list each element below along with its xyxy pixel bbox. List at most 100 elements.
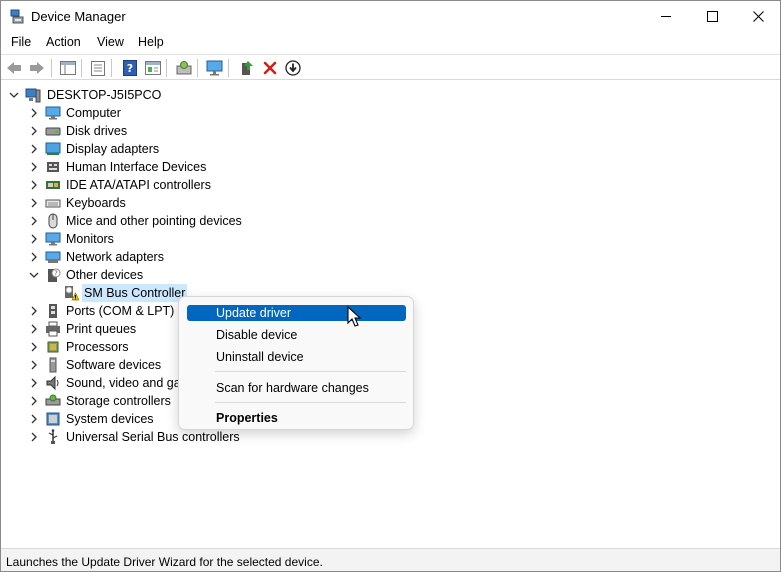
- chevron-right-icon[interactable]: [28, 413, 40, 425]
- minimize-button[interactable]: [643, 1, 689, 32]
- chevron-right-icon[interactable]: [28, 215, 40, 227]
- computer-icon: [45, 106, 61, 120]
- tree-category-node[interactable]: Network adapters: [1, 248, 301, 266]
- svg-text:?: ?: [54, 270, 58, 278]
- tree-category-node[interactable]: Universal Serial Bus controllers: [1, 428, 301, 446]
- window-title: Device Manager: [31, 9, 126, 24]
- tree-category-node[interactable]: Keyboards: [1, 194, 301, 212]
- chevron-right-icon[interactable]: [28, 395, 40, 407]
- context-properties[interactable]: Properties: [187, 410, 406, 426]
- tree-category-label: Processors: [66, 340, 129, 354]
- tree-category-node[interactable]: Computer: [1, 104, 301, 122]
- chevron-right-icon[interactable]: [28, 161, 40, 173]
- keyboard-icon: [45, 199, 61, 208]
- chevron-right-icon[interactable]: [28, 251, 40, 263]
- maximize-button[interactable]: [689, 1, 735, 32]
- chevron-right-icon[interactable]: [28, 305, 40, 317]
- display-adapter-icon: [45, 142, 61, 155]
- chevron-right-icon[interactable]: [28, 197, 40, 209]
- download-circle-icon: [285, 60, 301, 76]
- menu-file[interactable]: File: [11, 35, 31, 49]
- port-icon: [49, 304, 57, 318]
- help-book-icon: ?: [123, 60, 137, 76]
- chevron-right-icon[interactable]: [28, 341, 40, 353]
- tree-category-label: Software devices: [66, 358, 162, 372]
- chevron-right-icon[interactable]: [28, 143, 40, 155]
- properties-sheet-icon: [91, 60, 105, 76]
- context-item-label: Scan for hardware changes: [216, 381, 369, 395]
- chevron-right-icon[interactable]: [28, 179, 40, 191]
- tree-category-label: Monitors: [66, 232, 114, 246]
- tree-category-label: Display adapters: [66, 142, 160, 156]
- tree-category-label: Other devices: [66, 268, 144, 282]
- close-button[interactable]: [735, 1, 781, 32]
- tree-category-label: Disk drives: [66, 124, 128, 138]
- usb-icon: [48, 429, 58, 444]
- chevron-right-icon[interactable]: [28, 431, 40, 443]
- scan-hardware-button[interactable]: [205, 58, 225, 78]
- chevron-down-icon[interactable]: [28, 269, 40, 281]
- menu-help[interactable]: Help: [138, 35, 164, 49]
- toolbar-separator: [51, 59, 52, 77]
- tree-category-label: Print queues: [66, 322, 137, 336]
- tree-category-label: Storage controllers: [66, 394, 171, 408]
- properties-toolbar-button[interactable]: [88, 58, 108, 78]
- chevron-right-icon[interactable]: [28, 377, 40, 389]
- tree-category-node[interactable]: Human Interface Devices: [1, 158, 301, 176]
- help-toolbar-button[interactable]: ?: [120, 58, 140, 78]
- context-scan-hardware[interactable]: Scan for hardware changes: [187, 380, 406, 396]
- hid-icon: [47, 162, 59, 172]
- delete-x-icon: [263, 61, 277, 75]
- context-separator: [215, 371, 406, 372]
- tree-category-node[interactable]: ? Other devices: [1, 266, 301, 284]
- chevron-right-icon[interactable]: [28, 359, 40, 371]
- context-uninstall-device[interactable]: Uninstall device: [187, 349, 406, 365]
- tree-category-label: IDE ATA/ATAPI controllers: [66, 178, 211, 192]
- chevron-right-icon[interactable]: [28, 323, 40, 335]
- tree-category-node[interactable]: Disk drives: [1, 122, 301, 140]
- tree-category-node[interactable]: IDE ATA/ATAPI controllers: [1, 176, 301, 194]
- back-arrow-icon: [7, 62, 21, 74]
- show-hide-console-tree-button[interactable]: [58, 58, 78, 78]
- chevron-right-icon[interactable]: [28, 125, 40, 137]
- action-toolbar-button[interactable]: [174, 58, 194, 78]
- context-update-driver[interactable]: Update driver: [187, 305, 406, 321]
- tree-category-label: Ports (COM & LPT): [66, 304, 175, 318]
- tree-root-node[interactable]: DESKTOP-J5I5PCO: [1, 86, 301, 104]
- back-button[interactable]: [4, 58, 24, 78]
- tree-category-label: Mice and other pointing devices: [66, 214, 242, 228]
- disable-device-toolbar-button[interactable]: [283, 58, 303, 78]
- software-device-icon: [49, 357, 57, 373]
- tree-root-label: DESKTOP-J5I5PCO: [47, 88, 162, 102]
- menu-view[interactable]: View: [97, 35, 124, 49]
- storage-controller-icon: [45, 394, 61, 406]
- update-driver-toolbar-button[interactable]: [237, 58, 257, 78]
- uninstall-device-toolbar-button[interactable]: [260, 58, 280, 78]
- forward-button[interactable]: [27, 58, 47, 78]
- console-tree-icon: [60, 61, 76, 75]
- tree-category-node[interactable]: Display adapters: [1, 140, 301, 158]
- tree-category-label: System devices: [66, 412, 154, 426]
- menu-action[interactable]: Action: [46, 35, 81, 49]
- chevron-right-icon[interactable]: [28, 233, 40, 245]
- toolbar-separator: [166, 59, 167, 77]
- other-devices-icon: ?: [48, 268, 61, 282]
- status-text: Launches the Update Driver Wizard for th…: [6, 555, 323, 569]
- tree-category-label: Network adapters: [66, 250, 164, 264]
- context-item-label: Properties: [216, 411, 278, 425]
- context-disable-device[interactable]: Disable device: [187, 327, 406, 343]
- tree-category-label: Universal Serial Bus controllers: [66, 430, 240, 444]
- printer-icon: [46, 321, 60, 337]
- chevron-right-icon[interactable]: [28, 107, 40, 119]
- tree-category-node[interactable]: Monitors: [1, 230, 301, 248]
- view-pane-icon: [145, 61, 161, 75]
- context-separator: [215, 402, 406, 403]
- menu-bar: File Action View Help: [1, 32, 780, 54]
- chevron-down-icon[interactable]: [8, 89, 20, 101]
- device-settings-icon: [176, 61, 192, 75]
- tree-category-node[interactable]: Mice and other pointing devices: [1, 212, 301, 230]
- toolbar-separator: [197, 59, 198, 77]
- computer-tower-icon: [25, 88, 41, 103]
- toolbar: ?: [1, 54, 780, 80]
- view-toolbar-button[interactable]: [143, 58, 163, 78]
